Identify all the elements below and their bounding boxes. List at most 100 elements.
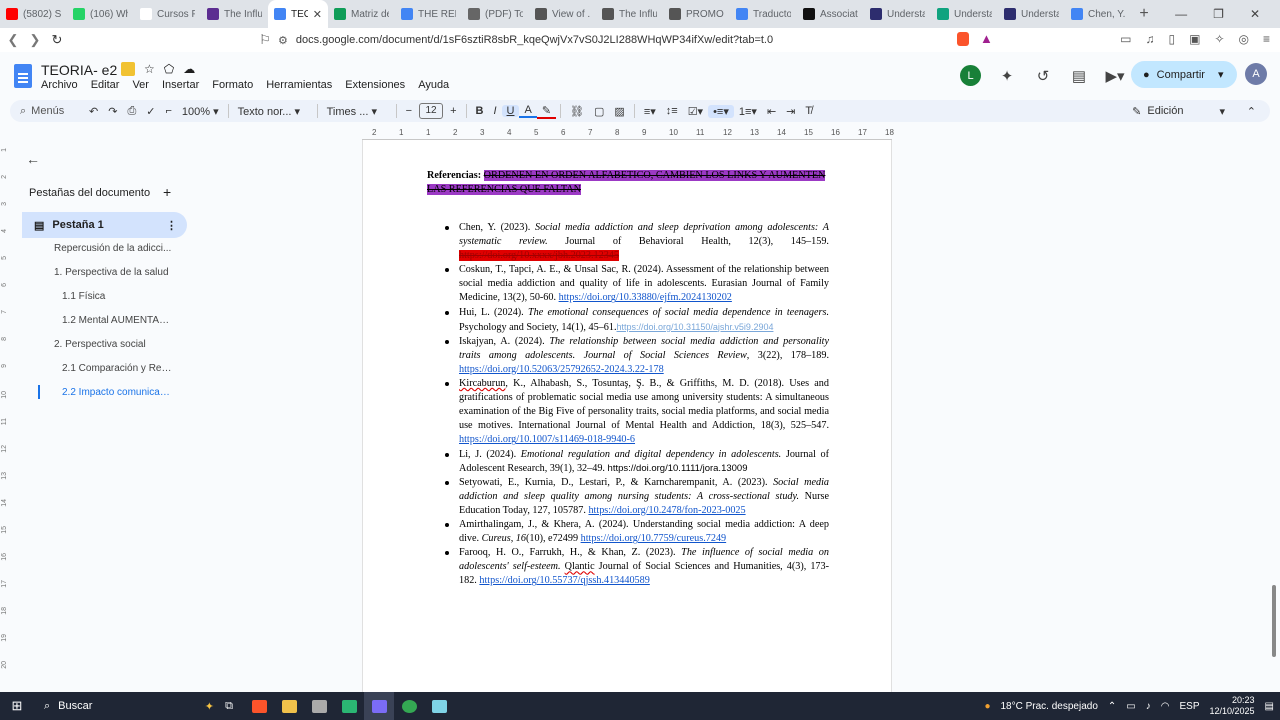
browser-menu-icon[interactable]: ≡ bbox=[1263, 32, 1270, 46]
browser-tab[interactable]: (5802) Si... bbox=[0, 0, 67, 28]
clear-formatting-icon[interactable]: T̸ bbox=[800, 105, 817, 117]
weather-text[interactable]: 18°C Prac. despejado bbox=[1001, 701, 1098, 712]
document-title[interactable]: TEORIA- e2 - bbox=[41, 62, 126, 78]
increase-font-icon[interactable]: + bbox=[445, 105, 461, 117]
vpn-icon[interactable]: ◎ bbox=[1239, 32, 1249, 46]
forward-nav-icon[interactable]: ❯ bbox=[24, 32, 46, 48]
insert-image-icon[interactable]: ▨ bbox=[609, 105, 629, 118]
browser-tab[interactable]: The Influ... bbox=[201, 0, 268, 28]
decrease-indent-icon[interactable]: ⇤ bbox=[762, 105, 781, 118]
ref-link[interactable]: https://doi.org/10.31150/ajshr.v5i9.2904 bbox=[617, 322, 774, 332]
italic-icon[interactable]: I bbox=[488, 105, 501, 117]
battery-icon[interactable]: ▭ bbox=[1126, 701, 1135, 712]
browser-tab[interactable]: Associati... bbox=[797, 0, 864, 28]
start-button[interactable]: ⊞ bbox=[0, 692, 34, 720]
reload-icon[interactable]: ↻ bbox=[46, 32, 68, 48]
meet-icon[interactable]: ▶▾ bbox=[1105, 67, 1125, 85]
wallet-icon[interactable]: ▣ bbox=[1189, 32, 1200, 46]
chevron-down-icon[interactable]: ▾ bbox=[1218, 68, 1224, 81]
browser-tab[interactable]: Understa... bbox=[931, 0, 998, 28]
media-icon[interactable]: ♫ bbox=[1145, 32, 1154, 46]
back-arrow-icon[interactable]: ← bbox=[26, 151, 40, 167]
wifi-icon[interactable]: ◠ bbox=[1161, 701, 1170, 712]
increase-indent-icon[interactable]: ⇥ bbox=[781, 105, 800, 118]
chrome-taskbar-icon[interactable] bbox=[394, 692, 424, 720]
tab-pestana-1[interactable]: ▤ Pestaña 1 ⋮ bbox=[22, 212, 187, 238]
browser-tab[interactable]: View of ... bbox=[529, 0, 596, 28]
outline-item[interactable]: 1. Perspectiva de la salud bbox=[54, 267, 172, 278]
cast-icon[interactable]: ▭ bbox=[1120, 32, 1131, 46]
tray-arrow-icon[interactable]: ⌃ bbox=[1108, 701, 1116, 712]
font-size-input[interactable]: 12 bbox=[419, 103, 444, 119]
browser-tab[interactable]: Matriz de bbox=[328, 0, 395, 28]
browser-tab[interactable]: Understa... bbox=[864, 0, 931, 28]
sidebar-icon[interactable]: ▯ bbox=[1168, 32, 1175, 46]
menu-item[interactable]: Herramientas bbox=[266, 79, 332, 91]
explorer-taskbar-icon[interactable] bbox=[274, 692, 304, 720]
add-tab-icon[interactable]: + bbox=[163, 184, 171, 200]
comments-icon[interactable]: ▤ bbox=[1069, 67, 1089, 85]
document-emoji-icon[interactable] bbox=[121, 62, 135, 76]
browser-tab[interactable]: (PDF) To... bbox=[462, 0, 529, 28]
taskbar-search[interactable]: ⌕ Buscar ✦ bbox=[34, 700, 214, 713]
clock[interactable]: 20:23 12/10/2025 bbox=[1210, 695, 1255, 717]
paint-format-icon[interactable]: ⌐ bbox=[160, 105, 176, 117]
add-comment-icon[interactable]: ▢ bbox=[589, 105, 609, 118]
ref-link-highlighted[interactable]: https://doi.org/10.xxxx/jbh.2023.12345 bbox=[459, 250, 619, 262]
lang-indicator[interactable]: ESP bbox=[1179, 701, 1199, 712]
url-field[interactable]: ⚙ docs.google.com/document/d/1sF6sztiR8s… bbox=[278, 30, 950, 50]
brave-taskbar-icon[interactable] bbox=[244, 692, 274, 720]
decrease-font-icon[interactable]: − bbox=[401, 105, 417, 117]
bookmark-icon[interactable]: ⚐ bbox=[254, 32, 276, 48]
docs-logo-icon[interactable] bbox=[14, 64, 32, 88]
ref-link[interactable]: https://doi.org/10.55737/qjssh.413440589 bbox=[479, 575, 649, 586]
back-nav-icon[interactable]: ❮ bbox=[2, 32, 24, 48]
undo-icon[interactable]: ↶ bbox=[84, 105, 103, 118]
browser-tab[interactable]: THE RELA... bbox=[395, 0, 462, 28]
spellcheck-icon[interactable]: ✓ bbox=[141, 105, 160, 118]
menu-item[interactable]: Ayuda bbox=[418, 79, 449, 91]
mic-icon[interactable]: ♪ bbox=[1146, 701, 1151, 712]
task-view-icon[interactable]: ⧉ bbox=[214, 692, 244, 720]
menu-item[interactable]: Insertar bbox=[162, 79, 199, 91]
menu-item[interactable]: Extensiones bbox=[345, 79, 405, 91]
active-app-taskbar-icon[interactable] bbox=[364, 692, 394, 720]
browser-tab[interactable]: Chen, Y... bbox=[1065, 0, 1132, 28]
text-color-icon[interactable]: A bbox=[519, 104, 537, 118]
bulleted-list-icon[interactable]: •≡▾ bbox=[708, 104, 734, 118]
link-icon[interactable]: ⛓ bbox=[565, 105, 589, 118]
ruler-scale[interactable]: 2 1 1 2 3 4 5 6 7 8 9 10 11 12 13 14 15 16 17 18 bbox=[362, 126, 894, 140]
redo-icon[interactable]: ↷ bbox=[103, 105, 122, 118]
new-tab-button[interactable]: + bbox=[1132, 5, 1156, 23]
files-taskbar-icon[interactable] bbox=[304, 692, 334, 720]
ref-link[interactable]: https://doi.org/10.52063/25792652-2024.3… bbox=[459, 364, 664, 375]
menu-item[interactable]: Formato bbox=[212, 79, 253, 91]
brave-shield-icon[interactable] bbox=[957, 32, 969, 46]
star-icon[interactable]: ☆ bbox=[144, 62, 155, 76]
tab-options-icon[interactable]: ⋮ bbox=[166, 219, 177, 232]
browser-tab[interactable]: (106) Wh... bbox=[67, 0, 134, 28]
zoom-select[interactable]: 100% ▾ bbox=[177, 105, 224, 118]
browser-tab[interactable]: PROMOT... bbox=[663, 0, 730, 28]
browser-tab[interactable]: TEORI ✕ bbox=[268, 0, 328, 28]
minimize-icon[interactable]: — bbox=[1175, 7, 1187, 21]
browser-tab[interactable]: Cursos Pl... bbox=[134, 0, 201, 28]
menu-search[interactable]: ⌕ Menús bbox=[10, 102, 80, 120]
style-select[interactable]: Texto nor... ▾ bbox=[233, 105, 313, 118]
numbered-list-icon[interactable]: 1≡▾ bbox=[734, 105, 762, 118]
ref-link[interactable]: https://doi.org/10.1007/s11469-018-9940-… bbox=[459, 434, 635, 445]
share-button[interactable]: ● Compartir ▾ bbox=[1131, 61, 1237, 88]
underline-icon[interactable]: U bbox=[501, 105, 520, 117]
menu-item[interactable]: Ver bbox=[132, 79, 149, 91]
outline-item[interactable]: 1.2 Mental AUMENTAR ... bbox=[62, 315, 172, 326]
account-avatar[interactable]: A bbox=[1245, 63, 1267, 85]
editing-mode-select[interactable]: ✎ Edición ▾ bbox=[1132, 105, 1225, 118]
move-icon[interactable]: ⬠ bbox=[164, 62, 174, 76]
outline-item[interactable]: 2. Perspectiva social bbox=[54, 339, 172, 350]
browser-tab[interactable]: Understa... bbox=[998, 0, 1065, 28]
window-close-icon[interactable]: ✕ bbox=[1250, 7, 1260, 21]
gemini-icon[interactable]: ✦ bbox=[997, 67, 1017, 85]
browser-tab[interactable]: Traductor bbox=[730, 0, 797, 28]
leo-icon[interactable]: ✧ bbox=[1214, 32, 1224, 46]
checklist-icon[interactable]: ☑▾ bbox=[683, 105, 708, 118]
